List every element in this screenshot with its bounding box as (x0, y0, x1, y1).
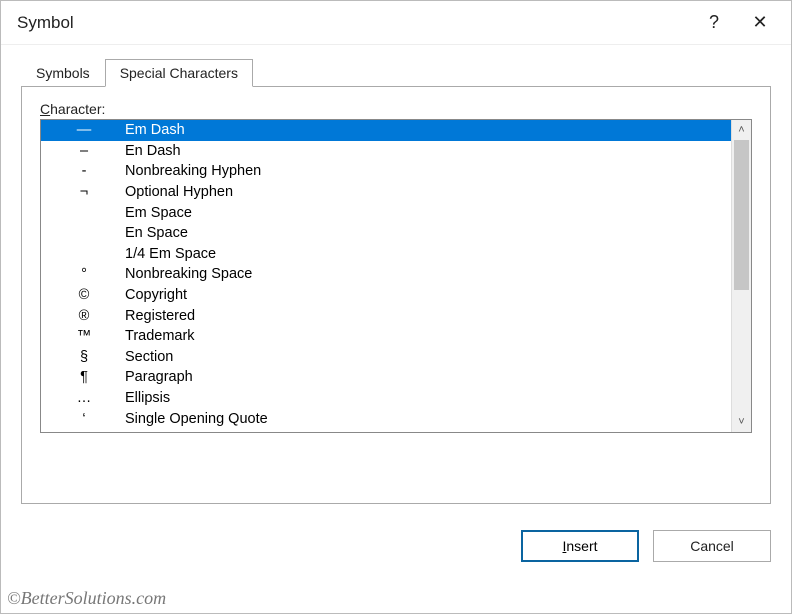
list-item-name: En Space (121, 225, 731, 241)
list-item[interactable]: –En Dash (41, 141, 731, 162)
character-label: Character: (40, 101, 105, 117)
list-item[interactable]: ‘Single Opening Quote (41, 408, 731, 429)
list-item-name: Registered (121, 308, 731, 324)
scroll-thumb[interactable] (734, 140, 749, 290)
list-item[interactable]: ™Trademark (41, 326, 731, 347)
watermark: ©BetterSolutions.com (7, 588, 166, 609)
tab-content: Character: —Em Dash–En Dash-Nonbreaking … (21, 86, 771, 504)
list-item-name: Optional Hyphen (121, 184, 731, 200)
list-item[interactable]: §Section (41, 347, 731, 368)
dialog-body: Symbols Special Characters Character: —E… (1, 45, 791, 512)
list-item-symbol: ¬ (47, 184, 121, 200)
close-button[interactable]: ✕ (737, 7, 783, 39)
list-item[interactable]: 1/4 Em Space (41, 244, 731, 265)
scroll-up-icon[interactable]: ˄ (732, 120, 751, 140)
list-item[interactable]: ¶Paragraph (41, 367, 731, 388)
list-item-name: Section (121, 349, 731, 365)
list-item-symbol: … (47, 390, 121, 406)
scroll-down-icon[interactable]: ˅ (732, 412, 751, 432)
list-item-name: Em Space (121, 205, 731, 221)
list-item-symbol: § (47, 349, 121, 365)
list-item-symbol: – (47, 143, 121, 159)
list-item-symbol: ® (47, 308, 121, 324)
list-item-name: Paragraph (121, 369, 731, 385)
list-item-name: Copyright (121, 287, 731, 303)
insert-button[interactable]: Insert (521, 530, 639, 562)
list-item[interactable]: °Nonbreaking Space (41, 264, 731, 285)
list-item-name: Em Dash (121, 122, 731, 138)
scroll-track[interactable] (732, 140, 751, 412)
list-item[interactable]: -Nonbreaking Hyphen (41, 161, 731, 182)
list-item-symbol: ¶ (47, 369, 121, 385)
tab-strip: Symbols Special Characters (21, 57, 771, 87)
tab-special-characters[interactable]: Special Characters (105, 59, 253, 87)
list-item-symbol: — (47, 122, 121, 138)
list-item-name: Nonbreaking Space (121, 266, 731, 282)
list-item[interactable]: Em Space (41, 202, 731, 223)
list-item-name: Ellipsis (121, 390, 731, 406)
tab-symbols[interactable]: Symbols (21, 59, 105, 87)
list-item-symbol: - (47, 163, 121, 179)
list-item-symbol: ‘ (47, 411, 121, 427)
character-listbox[interactable]: —Em Dash–En Dash-Nonbreaking Hyphen¬Opti… (40, 119, 752, 433)
titlebar: Symbol ? ✕ (1, 1, 791, 45)
list-item-name: Single Opening Quote (121, 411, 731, 427)
list-item-name: Trademark (121, 328, 731, 344)
list-item-name: Nonbreaking Hyphen (121, 163, 731, 179)
list-item[interactable]: ¬Optional Hyphen (41, 182, 731, 203)
list-item-symbol: ™ (47, 328, 121, 344)
list-item-name: 1/4 Em Space (121, 246, 731, 262)
list-item[interactable]: En Space (41, 223, 731, 244)
list-item[interactable]: ©Copyright (41, 285, 731, 306)
help-button[interactable]: ? (691, 7, 737, 39)
list-item-symbol: ° (47, 266, 121, 282)
window-title: Symbol (17, 13, 691, 33)
scrollbar[interactable]: ˄ ˅ (731, 120, 751, 432)
character-list[interactable]: —Em Dash–En Dash-Nonbreaking Hyphen¬Opti… (41, 120, 731, 432)
cancel-button[interactable]: Cancel (653, 530, 771, 562)
button-bar: Insert Cancel (1, 512, 791, 568)
list-item[interactable]: …Ellipsis (41, 388, 731, 409)
list-item[interactable]: —Em Dash (41, 120, 731, 141)
list-item-symbol: © (47, 287, 121, 303)
list-item-name: En Dash (121, 143, 731, 159)
list-item[interactable]: ®Registered (41, 305, 731, 326)
